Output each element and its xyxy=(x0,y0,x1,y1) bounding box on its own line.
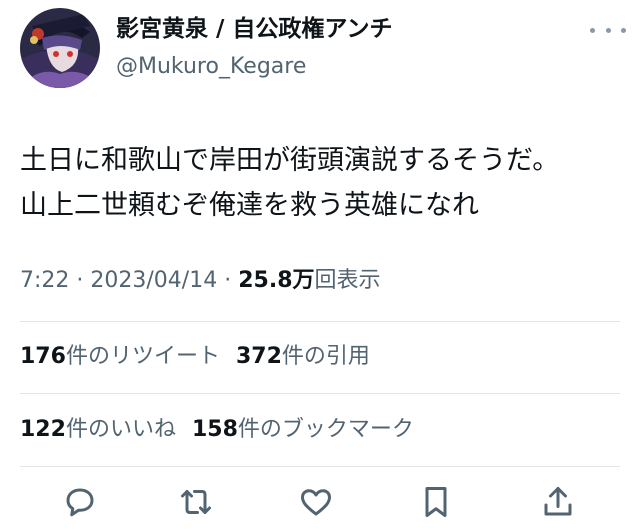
divider xyxy=(20,393,620,394)
bookmarks-label: 件のブックマーク xyxy=(237,417,414,442)
tweet-time[interactable]: 7:22 xyxy=(20,268,69,293)
retweets-count: 176 xyxy=(20,344,66,369)
quotes-count: 372 xyxy=(235,344,282,369)
stats-row-retweets: 176件のリツイート 372件の引用 xyxy=(20,340,370,374)
more-dot xyxy=(621,27,626,33)
quotes-link[interactable]: 372件の引用 xyxy=(236,344,370,369)
bookmarks-link[interactable]: 158件のブックマーク xyxy=(192,417,414,442)
likes-count: 122 xyxy=(20,417,66,442)
bookmarks-count: 158 xyxy=(191,417,238,442)
stats-row-likes: 122件のいいね 158件のブックマーク xyxy=(20,413,414,447)
retweets-label: 件のリツイート xyxy=(65,344,220,369)
retweets-link[interactable]: 176件のリツイート xyxy=(20,344,220,369)
tweet-text: 土日に和歌山で岸田が街頭演説するそうだ。 山上二世頼むぞ俺達を救う英雄になれ xyxy=(20,138,630,228)
more-dots-icon[interactable] xyxy=(590,20,626,40)
tweet-meta: 7:22 · 2023/04/14 · 25.8万回表示 xyxy=(20,264,381,298)
quotes-label: 件の引用 xyxy=(281,344,370,369)
bookmark-icon[interactable] xyxy=(418,484,454,520)
views-label: 回表示 xyxy=(314,268,381,293)
share-icon[interactable] xyxy=(540,484,576,520)
tweet-text-line: 山上二世頼むぞ俺達を救う英雄になれ xyxy=(20,190,479,221)
meta-separator: · xyxy=(76,268,84,293)
tweet-date[interactable]: 2023/04/14 xyxy=(90,268,217,293)
display-name[interactable]: 影宮黄泉 / 自公政権アンチ xyxy=(116,12,393,46)
retweet-icon[interactable] xyxy=(178,484,214,520)
meta-separator: · xyxy=(224,268,232,293)
views-count: 25.8万 xyxy=(238,268,315,293)
reply-icon[interactable] xyxy=(62,484,98,520)
likes-label: 件のいいね xyxy=(65,417,176,442)
tweet-text-line: 土日に和歌山で岸田が街頭演説するそうだ。 xyxy=(20,145,560,176)
avatar[interactable] xyxy=(20,8,100,88)
more-dot xyxy=(605,27,611,33)
avatar-image xyxy=(20,8,100,88)
user-handle[interactable]: @Mukuro_Kegare xyxy=(116,52,306,82)
more-dot xyxy=(590,27,595,33)
divider xyxy=(20,321,620,322)
likes-link[interactable]: 122件のいいね xyxy=(20,417,176,442)
divider xyxy=(20,466,620,467)
action-bar xyxy=(0,480,640,526)
heart-icon[interactable] xyxy=(298,484,334,520)
